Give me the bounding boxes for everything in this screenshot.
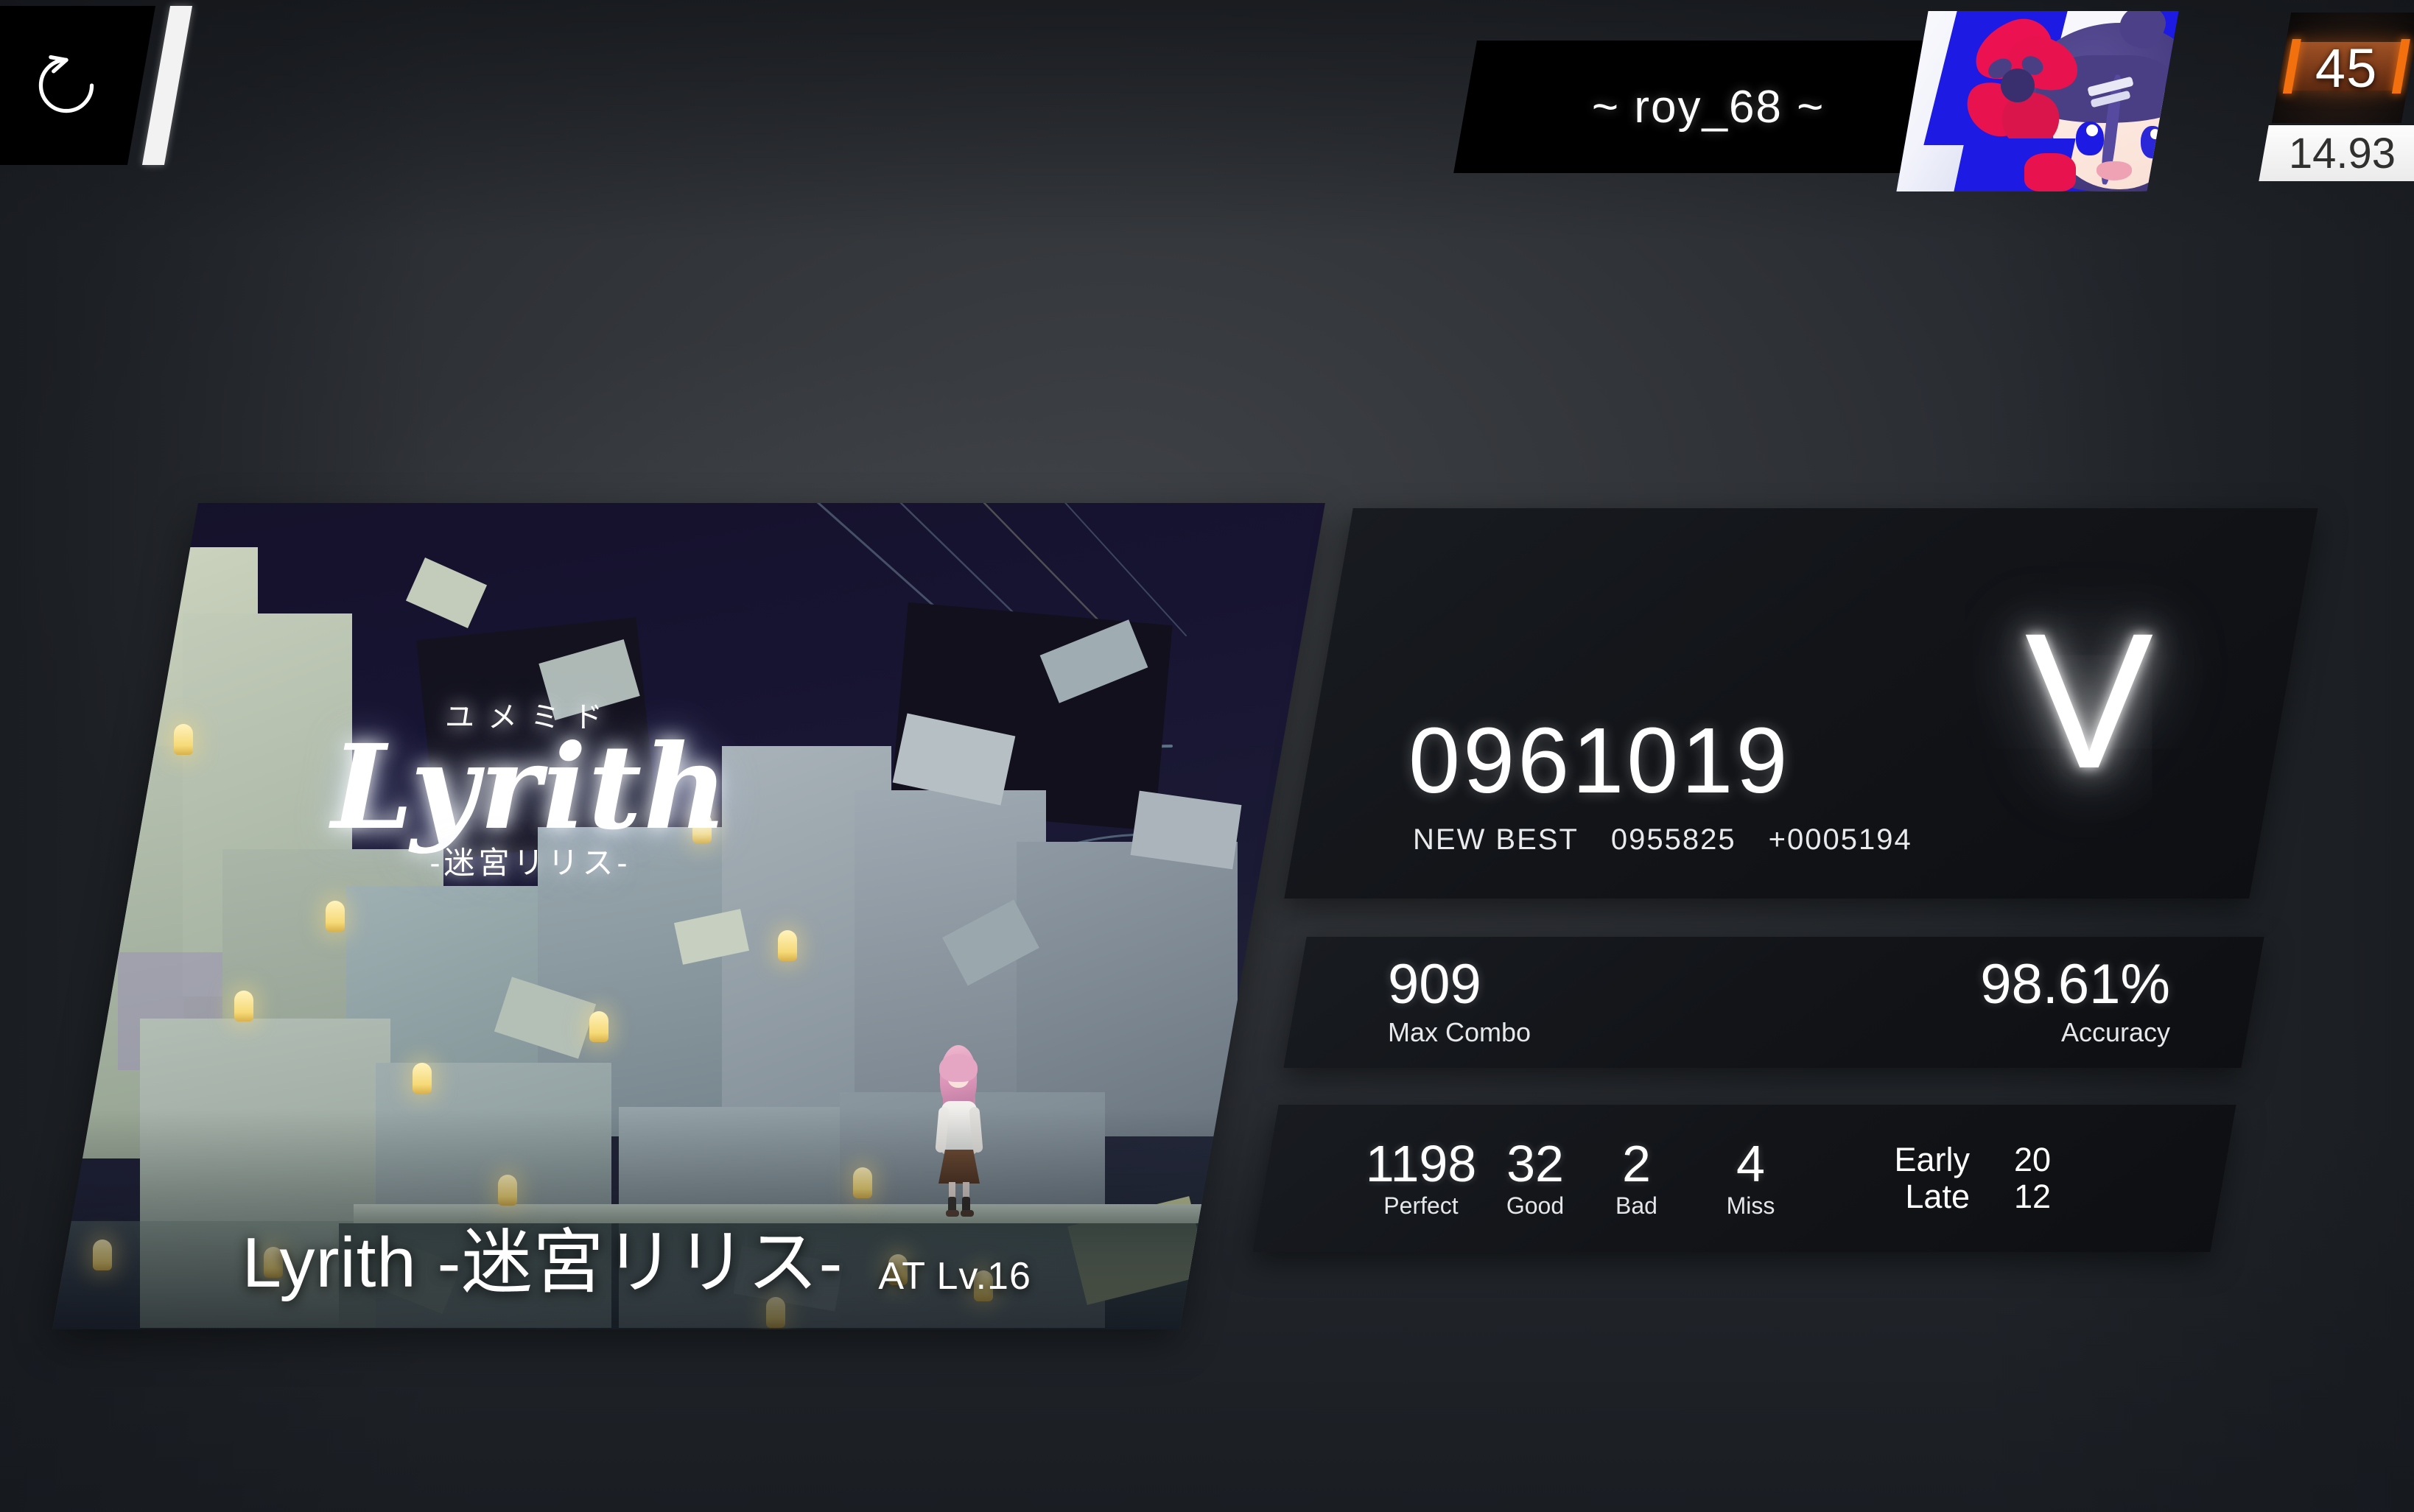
early-label: Early	[1894, 1140, 1970, 1178]
judgment-perfect-label: Perfect	[1383, 1192, 1459, 1219]
retry-button[interactable]	[0, 6, 156, 165]
accuracy-block: 98.61% Accuracy	[1980, 953, 2170, 1048]
late-label: Late	[1905, 1178, 1970, 1215]
late-count: 12	[2013, 1178, 2051, 1215]
difficulty-label: AT Lv.16	[878, 1255, 1031, 1298]
judgment-good: 32 Good	[1484, 1134, 1587, 1220]
max-combo-value: 909	[1388, 953, 1481, 1016]
accuracy-label: Accuracy	[2060, 1017, 2170, 1047]
judgment-bad: 2 Bad	[1587, 1134, 1686, 1220]
judgment-miss-count: 4	[1736, 1134, 1765, 1192]
avatar[interactable]	[1896, 11, 2179, 191]
score-panel: 0961019 NEW BEST 0955825 +0005194 V	[1284, 508, 2318, 899]
score-subline: NEW BEST 0955825 +0005194	[1413, 823, 1912, 857]
song-title-row: Lyrith -迷宮リリス- AT Lv.16	[242, 1205, 1104, 1307]
score-value: 0961019	[1408, 708, 1791, 812]
jacket-logo-text: Lyrith	[331, 720, 730, 856]
player-level-badge: 45	[2271, 13, 2414, 123]
jacket-logo: ユメミド Lyrith -迷宮リリス-	[324, 693, 737, 883]
avatar-image	[1896, 11, 2179, 191]
judgment-miss-label: Miss	[1726, 1192, 1775, 1219]
judgment-bad-label: Bad	[1615, 1192, 1657, 1219]
judgment-good-count: 32	[1506, 1134, 1564, 1192]
song-title: Lyrith -迷宮リリス-	[242, 1223, 843, 1302]
judgment-bad-count: 2	[1622, 1134, 1651, 1192]
early-late-labels: Early Late	[1815, 1140, 1970, 1216]
judgment-panel: 1198 Perfect 32 Good 2 Bad 4 Miss Early …	[1252, 1105, 2236, 1252]
player-potential-value: 14.93	[2289, 129, 2396, 177]
judgment-good-label: Good	[1506, 1192, 1565, 1219]
grade-letter: V	[2024, 593, 2154, 809]
previous-best: 0955825	[1610, 823, 1736, 856]
new-best-label: NEW BEST	[1413, 823, 1579, 856]
max-combo-label: Max Combo	[1388, 1017, 1531, 1047]
player-potential-badge: 14.93	[2259, 125, 2414, 181]
judgment-miss: 4 Miss	[1686, 1134, 1815, 1220]
max-combo-block: 909 Max Combo	[1388, 953, 1531, 1048]
grade-badge: V	[1979, 591, 2200, 812]
song-jacket-panel[interactable]: ユメミド Lyrith -迷宮リリス- Lyrith -迷宮リリス- AT Lv…	[52, 503, 1325, 1329]
accuracy-value: 98.61%	[1980, 953, 2170, 1016]
retry-circular-arrow-icon	[38, 54, 94, 113]
player-name: ~ roy_68 ~	[1591, 81, 1825, 133]
combo-accuracy-panel: 909 Max Combo 98.61% Accuracy	[1283, 937, 2264, 1068]
early-count: 20	[2013, 1140, 2051, 1178]
player-name-plate[interactable]: ~ roy_68 ~	[1453, 41, 1963, 173]
judgment-perfect-count: 1198	[1365, 1134, 1477, 1192]
judgment-perfect: 1198 Perfect	[1358, 1134, 1484, 1220]
song-title-overlay: Lyrith -迷宮リリス- AT Lv.16	[52, 1108, 1218, 1329]
score-delta: +0005194	[1768, 823, 1912, 856]
retry-zone	[0, 6, 193, 165]
player-level-value: 45	[2315, 37, 2378, 99]
early-late-counts: 20 12	[1970, 1140, 2051, 1216]
